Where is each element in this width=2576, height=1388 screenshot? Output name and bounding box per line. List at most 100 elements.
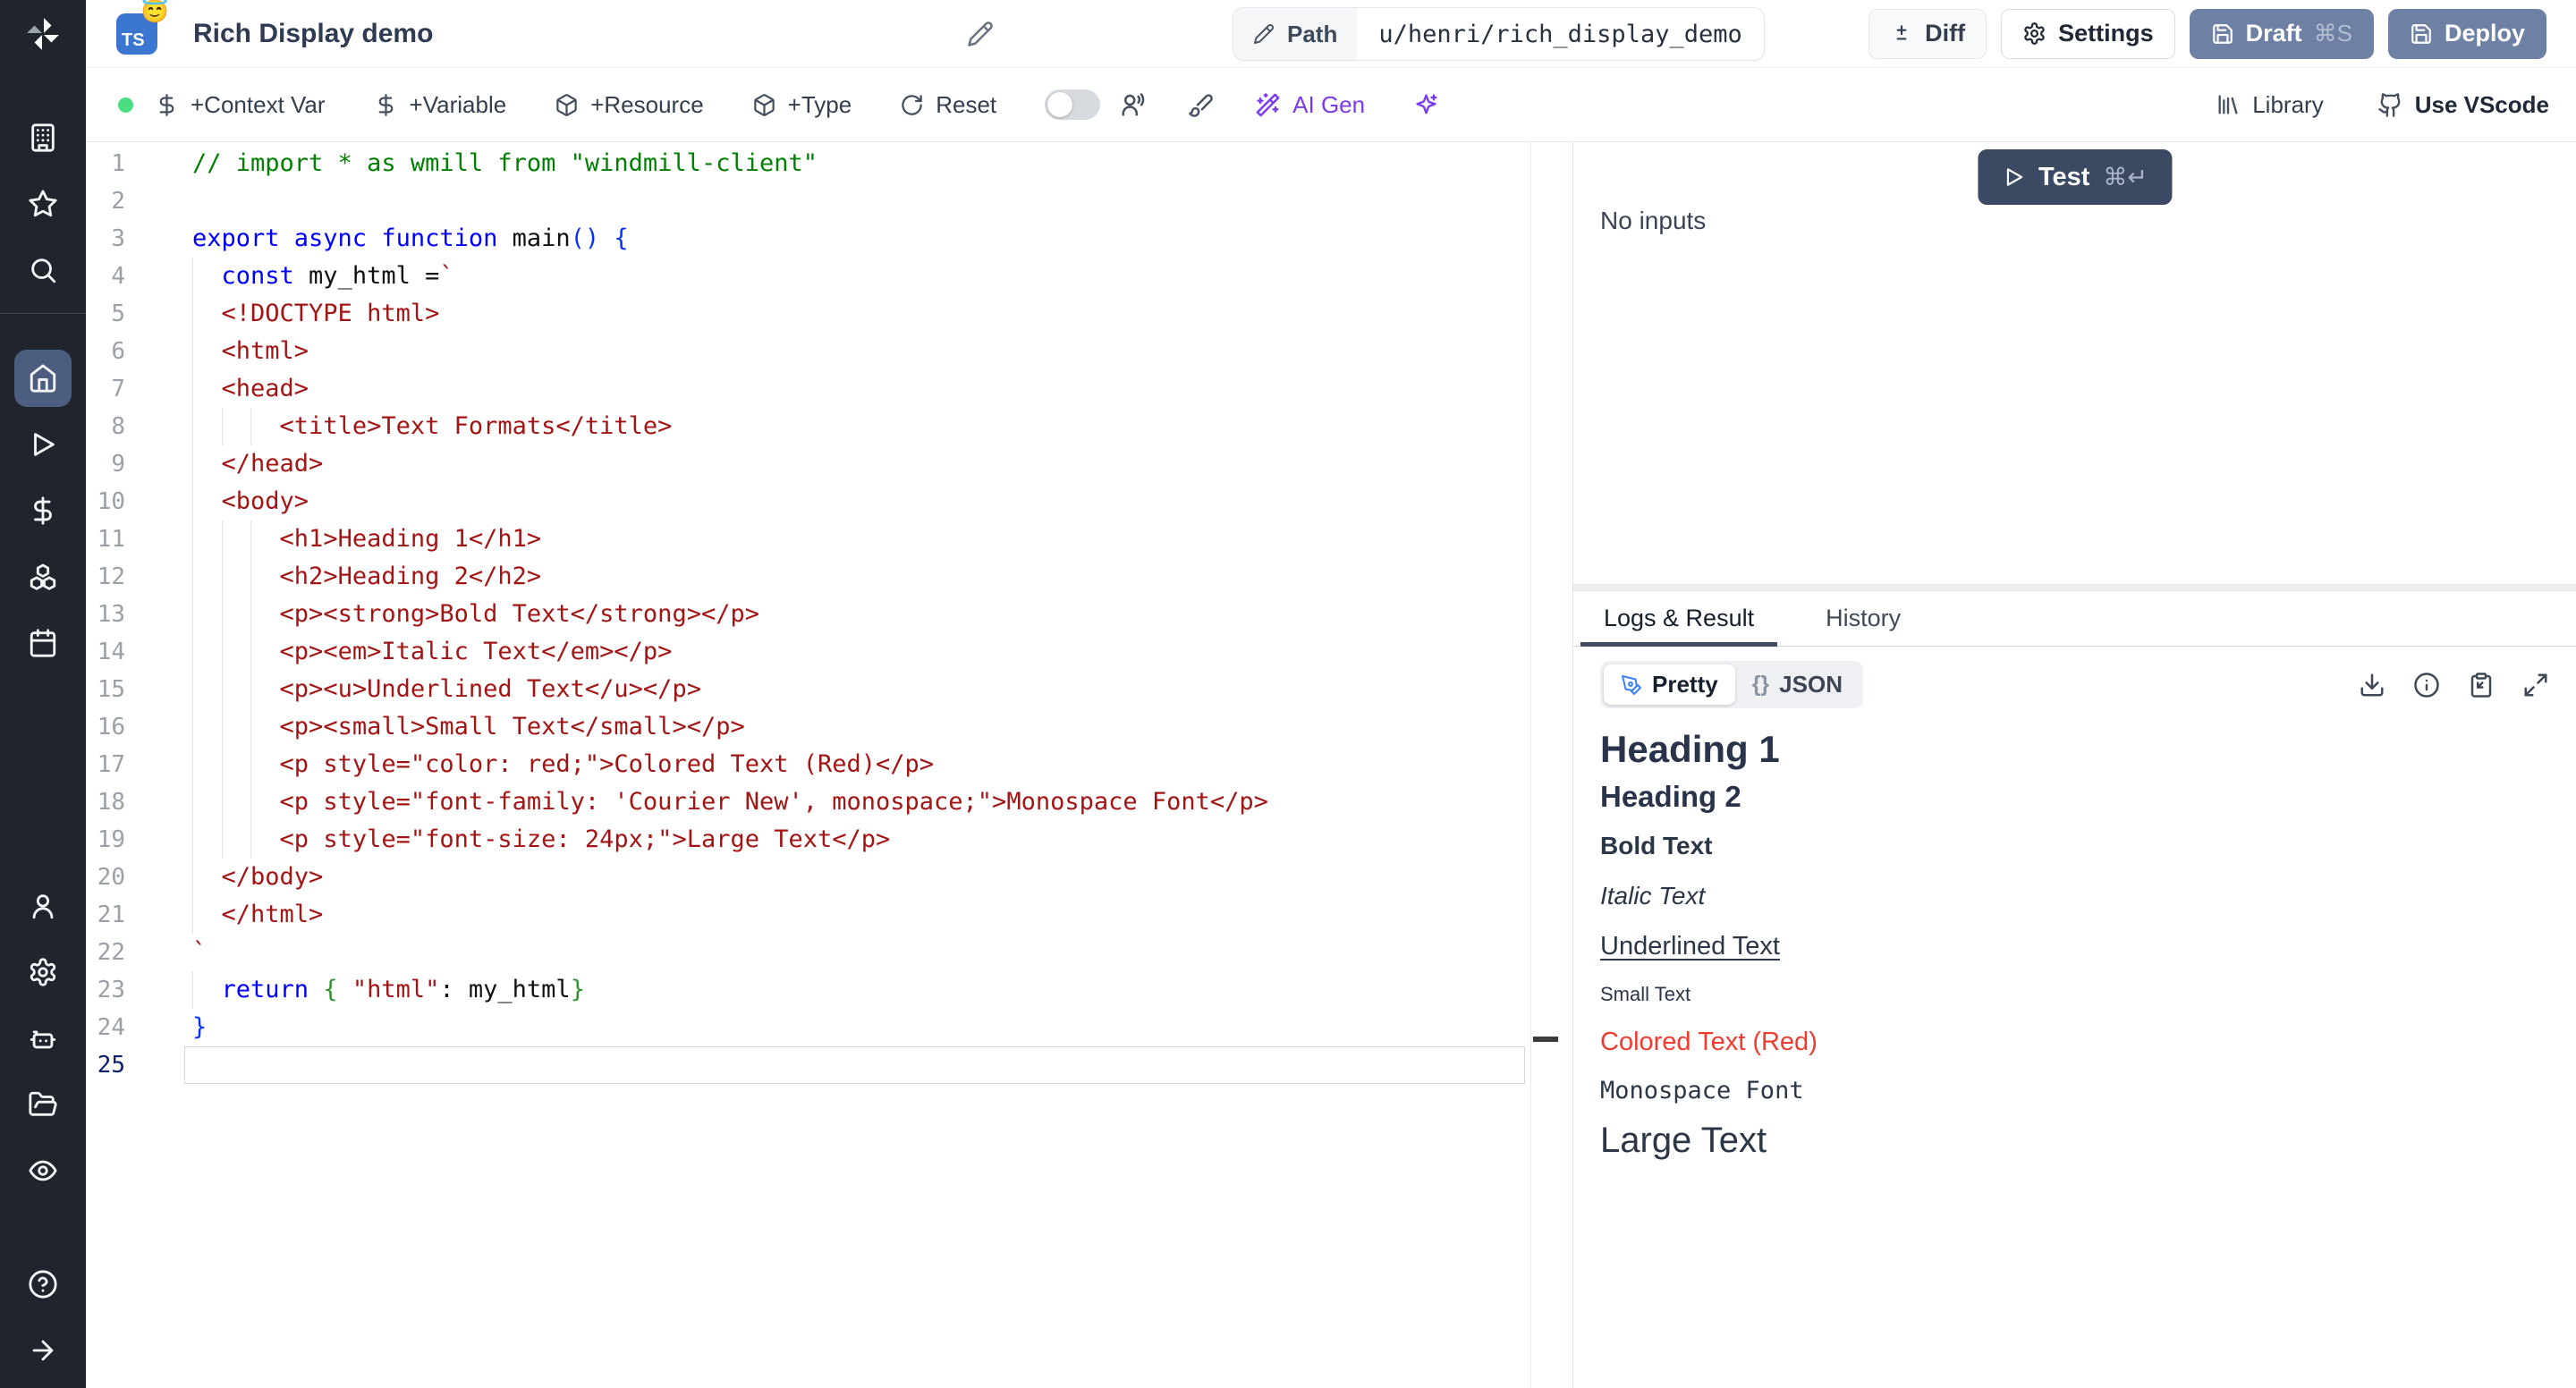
sidebar-item-help[interactable] — [14, 1256, 72, 1313]
sidebar-item-calendar[interactable] — [14, 614, 72, 672]
code-line-11: 11 <h1>Heading 1</h1> — [86, 520, 1530, 558]
multiplayer-users-icon[interactable] — [1120, 91, 1147, 118]
panel-resize-handle[interactable] — [1533, 1037, 1558, 1042]
typescript-badge-label: TS — [122, 30, 145, 51]
typescript-badge: TS 😇 — [116, 13, 157, 55]
toggle-knob — [1047, 92, 1072, 117]
deploy-button[interactable]: Deploy — [2388, 9, 2546, 59]
content-split: 1// import * as wmill from "windmill-cli… — [86, 142, 2576, 1388]
add-type-button[interactable]: +Type — [752, 91, 852, 119]
path-field-label-area: Path — [1233, 8, 1357, 60]
diff-label: Diff — [1925, 20, 1965, 47]
clipboard-copy-icon[interactable] — [2468, 672, 2495, 698]
braces-icon: {} — [1752, 672, 1769, 698]
add-context-var-label: +Context Var — [191, 91, 326, 119]
output-mono-text: Monospace Font — [1600, 1077, 2549, 1104]
sidebar-item-arrow-right[interactable] — [14, 1322, 72, 1379]
sidebar-item-cubes[interactable] — [14, 548, 72, 605]
diff-icon — [1890, 22, 1913, 46]
package-icon — [555, 93, 579, 117]
sidebar-item-gear[interactable] — [14, 944, 72, 1001]
sidebar-item-search[interactable] — [14, 241, 72, 299]
code-editor[interactable]: 1// import * as wmill from "windmill-cli… — [86, 142, 1531, 1388]
magic-wand-icon — [1255, 92, 1281, 118]
view-json-button[interactable]: {} JSON — [1735, 664, 1860, 705]
download-icon[interactable] — [2359, 672, 2385, 698]
output-h2-text: Heading 2 — [1600, 780, 2549, 814]
multiplayer-toggle[interactable] — [1045, 89, 1100, 120]
add-resource-button[interactable]: +Resource — [555, 91, 703, 119]
draft-shortcut: ⌘S — [2314, 20, 2352, 47]
windmill-logo-icon[interactable] — [0, 0, 86, 68]
pretty-label: Pretty — [1652, 671, 1718, 698]
horizontal-splitter[interactable] — [1573, 584, 2576, 591]
code-line-22: 22` — [86, 934, 1530, 971]
output-bold-text: Bold Text — [1600, 832, 2549, 860]
code-line-3: 3export async function main() { — [86, 220, 1530, 258]
view-pretty-button[interactable]: Pretty — [1604, 664, 1735, 705]
page-title: Rich Display demo — [193, 19, 433, 49]
save-deploy-icon — [2410, 22, 2433, 46]
view-toggle: Pretty {} JSON — [1600, 661, 1863, 708]
diff-button[interactable]: Diff — [1868, 9, 1987, 59]
sidebar-item-user[interactable] — [14, 877, 72, 935]
right-panel: Test ⌘↵ No inputs Logs & Result History — [1572, 142, 2576, 1388]
code-line-5: 5 <!DOCTYPE html> — [86, 295, 1530, 333]
add-context-var-button[interactable]: +Context Var — [155, 91, 326, 119]
draft-label: Draft — [2246, 20, 2302, 47]
code-line-23: 23 return { "html": my_html} — [86, 971, 1530, 1009]
add-type-label: +Type — [788, 91, 852, 119]
sidebar-item-play[interactable] — [14, 416, 72, 473]
code-line-17: 17 <p style="color: red;">Colored Text (… — [86, 746, 1530, 783]
sidebar-item-folder[interactable] — [14, 1076, 72, 1133]
panel-splitter — [1531, 142, 1572, 1388]
expand-icon[interactable] — [2522, 672, 2549, 698]
output-large-text: Large Text — [1600, 1121, 2549, 1161]
output-underline-text: Underlined Text — [1600, 932, 2549, 961]
result-icon-row — [2359, 672, 2549, 698]
output-small-text: Small Text — [1600, 983, 2549, 1006]
use-vscode-button[interactable]: Use VScode — [2377, 91, 2549, 119]
library-button[interactable]: Library — [2216, 91, 2323, 119]
sidebar-item-worker[interactable] — [14, 1010, 72, 1067]
code-line-9: 9 </head> — [86, 445, 1530, 483]
json-label: JSON — [1779, 671, 1843, 698]
format-brush-icon[interactable] — [1188, 92, 1214, 118]
path-field[interactable]: Path u/henri/rich_display_demo — [1233, 7, 1765, 61]
ai-gen-button[interactable]: AI Gen — [1255, 91, 1365, 119]
status-dot — [118, 97, 133, 113]
test-button[interactable]: Test ⌘↵ — [1978, 149, 2172, 205]
settings-button[interactable]: Settings — [2001, 9, 2175, 59]
sidebar-item-building[interactable] — [14, 109, 72, 166]
play-icon — [2002, 165, 2025, 189]
tab-history[interactable]: History — [1822, 591, 1904, 646]
pen-nib-icon — [1621, 674, 1642, 696]
code-line-18: 18 <p style="font-family: 'Courier New',… — [86, 783, 1530, 821]
tab-logs-result[interactable]: Logs & Result — [1600, 591, 1758, 646]
inputs-section: Test ⌘↵ No inputs — [1573, 142, 2576, 584]
main-column: TS 😇 Rich Display demo Path u/henri/rich… — [86, 0, 2576, 1388]
code-line-25: 25 — [86, 1046, 1530, 1084]
code-line-20: 20 </body> — [86, 859, 1530, 896]
code-line-13: 13 <p><strong>Bold Text</strong></p> — [86, 596, 1530, 633]
ai-sparkles-icon[interactable] — [1413, 92, 1439, 118]
draft-button[interactable]: Draft ⌘S — [2190, 9, 2374, 59]
code-line-2: 2 — [86, 182, 1530, 220]
header: TS 😇 Rich Display demo Path u/henri/rich… — [86, 0, 2576, 68]
sidebar-item-star[interactable] — [14, 175, 72, 233]
sidebar-item-eye[interactable] — [14, 1142, 72, 1199]
info-icon[interactable] — [2413, 672, 2440, 698]
sidebar-item-dollar[interactable] — [14, 482, 72, 539]
gear-icon — [2022, 21, 2046, 46]
sidebar-item-home[interactable] — [14, 350, 72, 407]
output-red-text: Colored Text (Red) — [1600, 1028, 2549, 1057]
add-variable-button[interactable]: +Variable — [374, 91, 507, 119]
reset-label: Reset — [936, 91, 996, 119]
header-actions: Diff Settings Draft ⌘S Deploy — [1868, 9, 2546, 59]
windmill-app: TS 😇 Rich Display demo Path u/henri/rich… — [0, 0, 2576, 1388]
no-inputs-text: No inputs — [1600, 207, 2549, 235]
reset-button[interactable]: Reset — [900, 91, 996, 119]
ai-gen-label: AI Gen — [1292, 91, 1365, 119]
edit-summary-pencil-icon[interactable] — [967, 21, 994, 47]
code-line-24: 24} — [86, 1009, 1530, 1046]
